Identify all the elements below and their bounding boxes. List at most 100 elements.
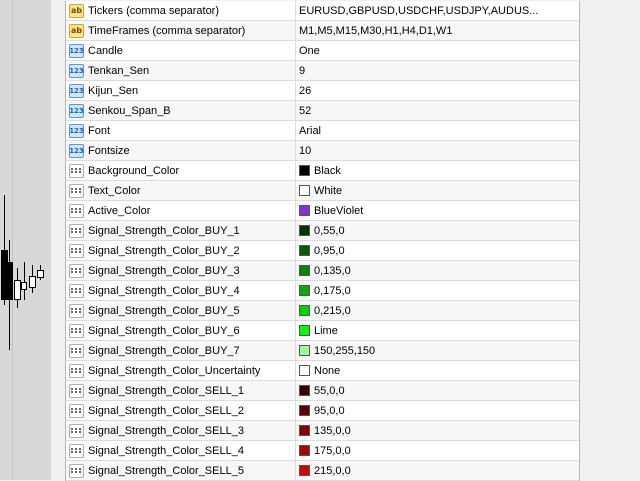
- parameter-value[interactable]: 10: [299, 145, 311, 157]
- parameter-value-cell[interactable]: EURUSD,GBPUSD,USDCHF,USDJPY,AUDUS...: [296, 1, 579, 20]
- parameter-name-cell: 123 Font: [66, 121, 296, 140]
- parameter-name: Kijun_Sen: [88, 84, 139, 97]
- parameter-row[interactable]: Signal_Strength_Color_SELL_2 95,0,0: [66, 401, 579, 421]
- parameter-value[interactable]: Lime: [314, 325, 338, 337]
- parameter-value-cell[interactable]: 52: [296, 101, 579, 120]
- color-swatch[interactable]: [299, 245, 310, 256]
- parameter-value[interactable]: 0,135,0: [314, 265, 351, 277]
- parameter-value-cell[interactable]: 10: [296, 141, 579, 160]
- parameter-value-cell[interactable]: 175,0,0: [296, 441, 579, 460]
- color-swatch[interactable]: [299, 205, 310, 216]
- parameter-row[interactable]: Text_Color White: [66, 181, 579, 201]
- parameter-name-cell: 123 Senkou_Span_B: [66, 101, 296, 120]
- parameter-value-cell[interactable]: 150,255,150: [296, 341, 579, 360]
- parameter-value[interactable]: 135,0,0: [314, 425, 351, 437]
- color-swatch[interactable]: [299, 405, 310, 416]
- color-swatch[interactable]: [299, 285, 310, 296]
- color-swatch[interactable]: [299, 325, 310, 336]
- parameter-row[interactable]: 123 Font Arial: [66, 121, 579, 141]
- parameter-value[interactable]: Arial: [299, 125, 321, 137]
- color-swatch[interactable]: [299, 305, 310, 316]
- color-swatch[interactable]: [299, 165, 310, 176]
- color-swatch[interactable]: [299, 265, 310, 276]
- parameter-value-cell[interactable]: M1,M5,M15,M30,H1,H4,D1,W1: [296, 21, 579, 40]
- parameter-value[interactable]: 9: [299, 65, 305, 77]
- parameter-row[interactable]: 123 Fontsize 10: [66, 141, 579, 161]
- parameter-row[interactable]: Signal_Strength_Color_Uncertainty None: [66, 361, 579, 381]
- parameter-row[interactable]: 123 Tenkan_Sen 9: [66, 61, 579, 81]
- parameter-value-cell[interactable]: 0,215,0: [296, 301, 579, 320]
- parameter-row[interactable]: Signal_Strength_Color_BUY_7 150,255,150: [66, 341, 579, 361]
- parameter-value-cell[interactable]: 55,0,0: [296, 381, 579, 400]
- parameter-value[interactable]: 0,95,0: [314, 245, 345, 257]
- color-swatch[interactable]: [299, 385, 310, 396]
- parameter-name-cell: Text_Color: [66, 181, 296, 200]
- parameter-row[interactable]: Background_Color Black: [66, 161, 579, 181]
- parameter-value-cell[interactable]: One: [296, 41, 579, 60]
- parameter-value-cell[interactable]: Lime: [296, 321, 579, 340]
- parameter-value[interactable]: 26: [299, 85, 311, 97]
- parameter-value[interactable]: 0,55,0: [314, 225, 345, 237]
- parameter-row[interactable]: Signal_Strength_Color_SELL_3 135,0,0: [66, 421, 579, 441]
- color-swatch[interactable]: [299, 225, 310, 236]
- parameter-value[interactable]: 55,0,0: [314, 385, 345, 397]
- parameter-name: Signal_Strength_Color_SELL_4: [88, 444, 244, 457]
- parameter-name-cell: Signal_Strength_Color_SELL_3: [66, 421, 296, 440]
- parameter-value-cell[interactable]: 0,55,0: [296, 221, 579, 240]
- color-swatch[interactable]: [299, 345, 310, 356]
- parameter-value[interactable]: 95,0,0: [314, 405, 345, 417]
- parameter-value-cell[interactable]: None: [296, 361, 579, 380]
- parameter-row[interactable]: Signal_Strength_Color_SELL_5 215,0,0: [66, 461, 579, 481]
- number-type-icon: 123: [69, 83, 84, 98]
- parameter-value[interactable]: M1,M5,M15,M30,H1,H4,D1,W1: [299, 25, 452, 37]
- parameter-value-cell[interactable]: 95,0,0: [296, 401, 579, 420]
- parameter-value-cell[interactable]: 0,135,0: [296, 261, 579, 280]
- parameter-name: Tickers (comma separator): [88, 4, 220, 17]
- color-swatch[interactable]: [299, 465, 310, 476]
- parameter-value-cell[interactable]: 9: [296, 61, 579, 80]
- parameter-row[interactable]: Signal_Strength_Color_BUY_6 Lime: [66, 321, 579, 341]
- parameter-value[interactable]: EURUSD,GBPUSD,USDCHF,USDJPY,AUDUS...: [299, 5, 538, 17]
- parameter-value[interactable]: 150,255,150: [314, 345, 375, 357]
- parameter-value-cell[interactable]: Black: [296, 161, 579, 180]
- color-swatch[interactable]: [299, 445, 310, 456]
- parameter-row[interactable]: 123 Kijun_Sen 26: [66, 81, 579, 101]
- parameter-row[interactable]: 123 Candle One: [66, 41, 579, 61]
- parameter-row[interactable]: ab Tickers (comma separator) EURUSD,GBPUSD…: [66, 1, 579, 21]
- parameter-value-cell[interactable]: Arial: [296, 121, 579, 140]
- parameter-value-cell[interactable]: 0,175,0: [296, 281, 579, 300]
- parameter-value[interactable]: 215,0,0: [314, 465, 351, 477]
- parameter-row[interactable]: ab TimeFrames (comma separator) M1,M5,M15,…: [66, 21, 579, 41]
- parameter-value-cell[interactable]: White: [296, 181, 579, 200]
- parameter-value[interactable]: 52: [299, 105, 311, 117]
- color-type-icon: [69, 223, 84, 238]
- parameter-value-cell[interactable]: 0,95,0: [296, 241, 579, 260]
- parameter-value-cell[interactable]: 26: [296, 81, 579, 100]
- parameter-value[interactable]: Black: [314, 165, 341, 177]
- parameter-value[interactable]: None: [314, 365, 340, 377]
- parameter-value-cell[interactable]: 215,0,0: [296, 461, 579, 480]
- parameter-value[interactable]: White: [314, 185, 342, 197]
- parameter-value[interactable]: BlueViolet: [314, 205, 363, 217]
- color-swatch[interactable]: [299, 365, 310, 376]
- parameter-row[interactable]: 123 Senkou_Span_B 52: [66, 101, 579, 121]
- parameter-row[interactable]: Signal_Strength_Color_BUY_2 0,95,0: [66, 241, 579, 261]
- parameter-row[interactable]: Signal_Strength_Color_BUY_5 0,215,0: [66, 301, 579, 321]
- parameter-row[interactable]: Active_Color BlueViolet: [66, 201, 579, 221]
- parameter-row[interactable]: Signal_Strength_Color_BUY_3 0,135,0: [66, 261, 579, 281]
- parameter-value[interactable]: 0,215,0: [314, 305, 351, 317]
- parameter-value[interactable]: 175,0,0: [314, 445, 351, 457]
- parameter-value[interactable]: One: [299, 45, 320, 57]
- parameter-row[interactable]: Signal_Strength_Color_BUY_1 0,55,0: [66, 221, 579, 241]
- parameter-row[interactable]: Signal_Strength_Color_SELL_4 175,0,0: [66, 441, 579, 461]
- parameter-value[interactable]: 0,175,0: [314, 285, 351, 297]
- parameter-row[interactable]: Signal_Strength_Color_BUY_4 0,175,0: [66, 281, 579, 301]
- parameter-value-cell[interactable]: 135,0,0: [296, 421, 579, 440]
- color-swatch[interactable]: [299, 425, 310, 436]
- candle: [37, 270, 44, 278]
- parameter-value-cell[interactable]: BlueViolet: [296, 201, 579, 220]
- color-type-icon: [69, 443, 84, 458]
- parameter-row[interactable]: Signal_Strength_Color_SELL_1 55,0,0: [66, 381, 579, 401]
- color-swatch[interactable]: [299, 185, 310, 196]
- parameter-name-cell: Signal_Strength_Color_BUY_4: [66, 281, 296, 300]
